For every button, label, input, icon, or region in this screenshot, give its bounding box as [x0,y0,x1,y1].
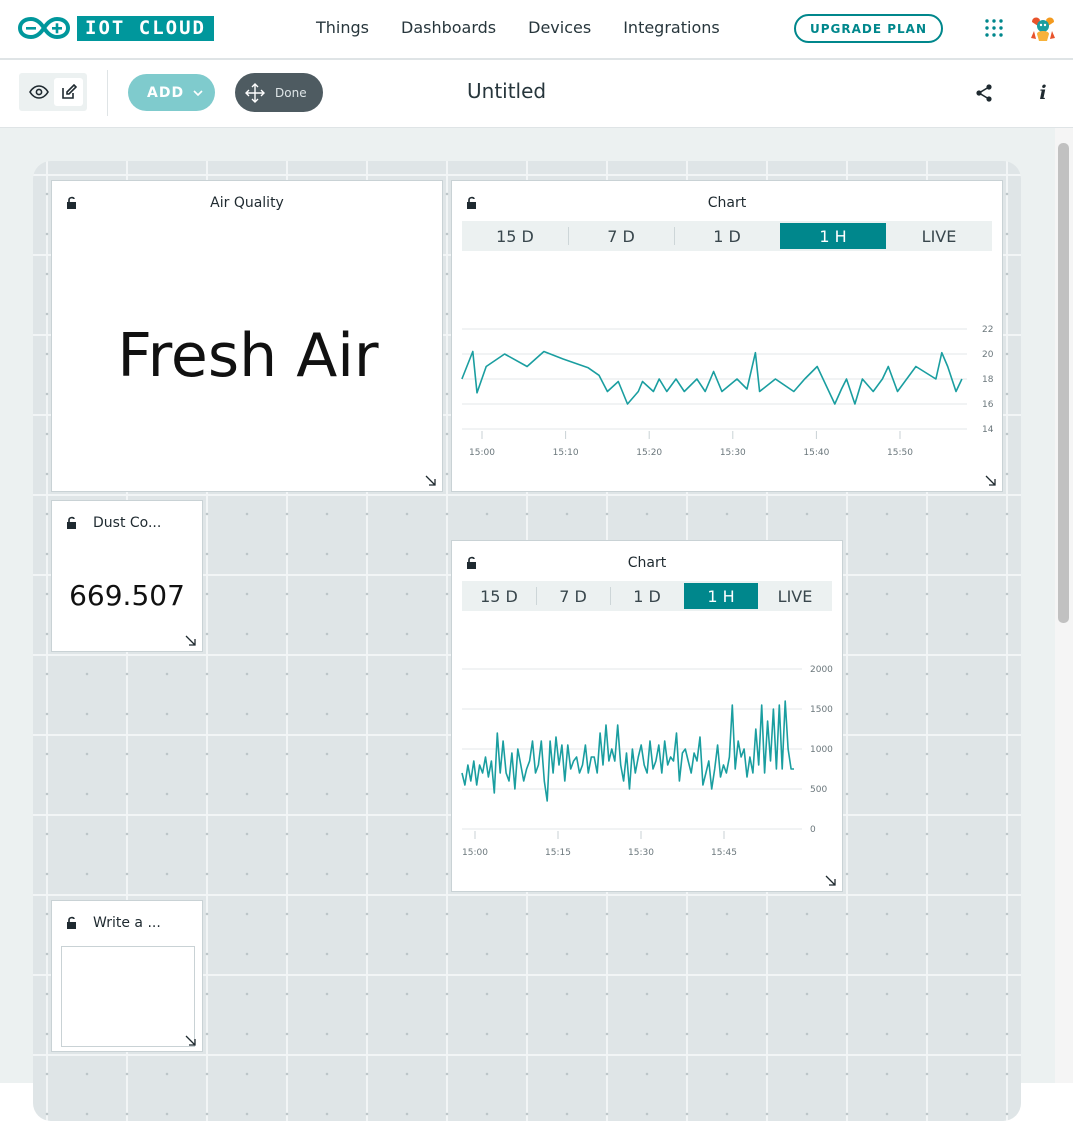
y-tick-label: 14 [982,425,994,435]
message-input[interactable] [61,946,195,1047]
logo-text: IOT CLOUD [77,15,214,41]
widget-title: Chart [627,555,667,571]
widget-title: Write a ... [93,915,161,931]
upgrade-plan-button[interactable]: UPGRADE PLAN [794,14,943,43]
series-line [461,700,794,802]
y-tick-label: 2000 [810,665,833,675]
nav-integrations[interactable]: Integrations [623,18,720,37]
range-1h[interactable]: 1 H [780,223,886,249]
x-tick-label: 15:30 [628,848,654,858]
y-tick-label: 16 [982,400,994,410]
nav-devices[interactable]: Devices [528,18,591,37]
eye-icon [29,85,49,99]
info-icon[interactable]: i [1035,82,1051,104]
range-1d[interactable]: 1 D [610,581,684,611]
main-nav: Things Dashboards Devices Integrations [316,18,720,37]
view-edit-toggle [19,73,87,111]
scrollbar-thumb[interactable] [1058,143,1069,623]
dust-concentration-widget[interactable]: Dust Co... 669.507 [51,500,203,652]
air-quality-widget[interactable]: Air Quality Fresh Air [51,180,443,492]
x-tick-label: 15:15 [545,848,571,858]
edit-icon [61,84,77,99]
widget-title: Chart [707,195,747,211]
x-tick-label: 15:30 [720,448,746,458]
air-quality-value: Fresh Air [117,321,379,391]
nav-dashboards[interactable]: Dashboards [401,18,496,37]
move-icon [245,82,265,103]
range-1d[interactable]: 1 D [674,221,780,251]
toolbar-divider [107,70,108,116]
x-tick-label: 15:00 [462,848,488,858]
y-tick-label: 20 [982,350,994,360]
arduino-logo[interactable]: IOT CLOUD [18,15,214,41]
unlock-icon[interactable] [66,916,78,930]
range-15d[interactable]: 15 D [462,221,568,251]
range-live[interactable]: LIVE [758,581,832,611]
y-tick-label: 1000 [810,745,833,755]
range-1h[interactable]: 1 H [684,583,758,609]
widget-title: Dust Co... [93,515,162,531]
widget-title: Air Quality [210,195,284,211]
y-tick-label: 0 [810,825,816,835]
y-tick-label: 22 [982,325,993,335]
edit-mode-button[interactable] [54,78,83,106]
chart-widget-temperature[interactable]: Chart 15 D 7 D 1 D 1 H LIVE 22 20 18 16 14 15… [451,180,1003,492]
time-range-tabs: 15 D 7 D 1 D 1 H LIVE [462,221,992,251]
add-label: ADD [147,84,185,101]
x-tick-label: 15:45 [711,848,737,858]
nav-things[interactable]: Things [316,18,369,37]
user-avatar[interactable] [1027,12,1059,44]
x-tick-label: 15:20 [636,448,662,458]
x-tick-label: 15:40 [803,448,829,458]
line-chart: 22 20 18 16 14 15:00 15:10 15:20 15:30 15:40 15:50 [461,325,994,458]
x-tick-label: 15:50 [887,448,913,458]
chevron-down-icon [193,89,203,96]
y-tick-label: 500 [810,785,827,795]
range-15d[interactable]: 15 D [462,581,536,611]
range-7d[interactable]: 7 D [536,581,610,611]
x-tick-label: 15:00 [469,448,495,458]
chart-widget-dust[interactable]: Chart 15 D 7 D 1 D 1 H LIVE 2000 1500 1000… [451,540,843,892]
series-line [461,350,963,405]
dashboard-toolbar: ADD Done Untitled i [0,60,1073,128]
share-icon[interactable] [975,84,993,102]
resize-handle-icon[interactable] [185,1035,196,1046]
apps-grid-icon[interactable] [985,19,1003,37]
done-label: Done [275,85,307,100]
message-widget[interactable]: Write a ... [51,900,203,1052]
resize-handle-icon[interactable] [985,475,996,486]
dashboard-title[interactable]: Untitled [467,79,546,103]
done-arranging-button[interactable]: Done [235,73,323,112]
range-7d[interactable]: 7 D [568,221,674,251]
range-live[interactable]: LIVE [886,221,992,251]
y-tick-label: 18 [982,375,994,385]
line-chart: 2000 1500 1000 500 0 15:00 15:15 15:30 15:45 [461,665,833,858]
add-widget-button[interactable]: ADD [128,74,215,111]
arduino-infinity-icon [18,16,70,40]
resize-handle-icon[interactable] [185,635,196,646]
x-tick-label: 15:10 [553,448,579,458]
resize-handle-icon[interactable] [825,875,836,886]
top-navigation-bar: IOT CLOUD Things Dashboards Devices Inte… [0,0,1073,60]
y-tick-label: 1500 [810,705,833,715]
resize-handle-icon[interactable] [425,475,436,486]
time-range-tabs: 15 D 7 D 1 D 1 H LIVE [462,581,832,611]
dust-value: 669.507 [69,579,185,612]
unlock-icon[interactable] [66,516,78,530]
view-mode-button[interactable] [25,78,53,106]
